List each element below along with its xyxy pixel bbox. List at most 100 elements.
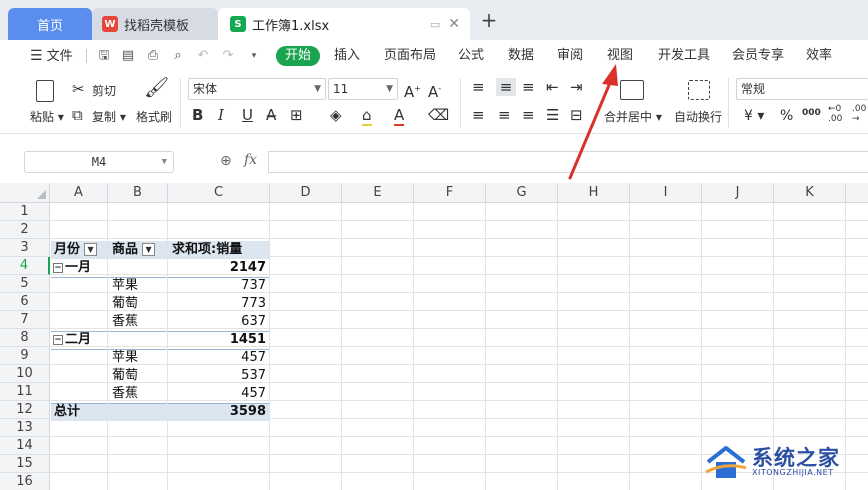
align-top-icon[interactable]: ≡: [472, 78, 485, 96]
column-header-g[interactable]: G: [486, 183, 558, 203]
pivot-item-name[interactable]: 香蕉: [112, 313, 138, 331]
close-tab-icon[interactable]: ✕: [448, 16, 460, 32]
pivot-item-value[interactable]: 457: [170, 385, 270, 403]
percent-button[interactable]: %: [780, 108, 793, 124]
borders-icon[interactable]: ⊞: [290, 106, 303, 124]
pivot-item-value[interactable]: 457: [170, 349, 270, 367]
currency-button[interactable]: ¥ ▾: [744, 108, 764, 124]
row-header-15[interactable]: 15: [0, 455, 50, 473]
menu-efficiency[interactable]: 效率: [806, 46, 832, 66]
pivot-group-total[interactable]: 1451: [170, 331, 270, 349]
row-header-11[interactable]: 11: [0, 383, 50, 401]
pivot-group-total[interactable]: 2147: [170, 259, 270, 277]
font-color-icon[interactable]: A: [394, 106, 405, 126]
italic-icon[interactable]: I: [218, 106, 224, 124]
zoom-icon[interactable]: ⊕: [220, 153, 232, 169]
pivot-header-product[interactable]: 商品 ▼: [112, 241, 156, 259]
align-bottom-icon[interactable]: ≡: [522, 78, 535, 96]
increase-decimal-icon[interactable]: ←0.00: [828, 104, 842, 124]
column-header-k[interactable]: K: [774, 183, 846, 203]
decrease-decimal-icon[interactable]: .00 →: [852, 104, 866, 124]
wrap-text-icon[interactable]: [688, 80, 710, 100]
decrease-font-icon[interactable]: A-: [428, 80, 441, 101]
row-header-5[interactable]: 5: [0, 275, 50, 293]
menu-data[interactable]: 数据: [508, 46, 534, 66]
pivot-item-value[interactable]: 537: [170, 367, 270, 385]
font-size-select[interactable]: 11 ▼: [328, 78, 398, 100]
pivot-item-name[interactable]: 苹果: [112, 349, 138, 367]
highlight-icon[interactable]: ⌂: [362, 106, 372, 126]
row-header-6[interactable]: 6: [0, 293, 50, 311]
export-pdf-icon[interactable]: ▤: [120, 48, 136, 64]
cut-button[interactable]: 剪切: [92, 82, 116, 99]
menu-formulas[interactable]: 公式: [458, 46, 484, 66]
row-header-16[interactable]: 16: [0, 473, 50, 490]
row-header-4[interactable]: 4: [0, 257, 50, 275]
paste-icon[interactable]: [36, 80, 54, 102]
pivot-item-value[interactable]: 737: [170, 277, 270, 295]
align-left-icon[interactable]: ≡: [472, 106, 485, 124]
justify-icon[interactable]: ☰: [546, 106, 559, 124]
row-header-14[interactable]: 14: [0, 437, 50, 455]
save-icon[interactable]: 🖫: [96, 48, 112, 64]
thousands-separator-button[interactable]: 000: [802, 108, 821, 118]
row-header-7[interactable]: 7: [0, 311, 50, 329]
wrap-text-button[interactable]: 自动换行: [674, 108, 722, 125]
decrease-indent-icon[interactable]: ⇤: [546, 78, 559, 96]
fx-icon[interactable]: fx: [244, 152, 257, 168]
redo-icon[interactable]: ↷: [220, 48, 236, 64]
menu-file[interactable]: ☰ 文件: [30, 46, 73, 66]
pivot-item-value[interactable]: 773: [170, 295, 270, 313]
row-header-12[interactable]: 12: [0, 401, 50, 419]
font-name-select[interactable]: 宋体 ▼: [188, 78, 326, 100]
paste-button[interactable]: 粘贴 ▾: [30, 108, 64, 125]
row-header-3[interactable]: 3: [0, 239, 50, 257]
collapse-icon[interactable]: −: [53, 262, 63, 273]
print-icon[interactable]: ⎙: [145, 48, 161, 64]
scissors-icon[interactable]: ✂: [72, 80, 85, 98]
filter-dropdown-icon[interactable]: ▼: [84, 243, 98, 256]
row-header-8[interactable]: 8: [0, 329, 50, 347]
increase-font-icon[interactable]: A+: [404, 80, 421, 101]
column-header-j[interactable]: J: [702, 183, 774, 203]
column-header-d[interactable]: D: [270, 183, 342, 203]
pivot-item-name[interactable]: 苹果: [112, 277, 138, 295]
pivot-group-month[interactable]: − 一月: [53, 259, 91, 277]
column-header-f[interactable]: F: [414, 183, 486, 203]
pivot-header-value[interactable]: 求和项:销量: [172, 241, 242, 259]
bold-icon[interactable]: B: [192, 106, 203, 124]
row-header-9[interactable]: 9: [0, 347, 50, 365]
column-header-c[interactable]: C: [168, 183, 270, 203]
tab-docer-template[interactable]: W 找稻壳模板: [92, 8, 218, 40]
row-header-10[interactable]: 10: [0, 365, 50, 383]
pivot-header-month[interactable]: 月份 ▼: [54, 241, 98, 259]
pivot-item-name[interactable]: 香蕉: [112, 385, 138, 403]
tab-home[interactable]: 首页: [8, 8, 92, 40]
row-header-13[interactable]: 13: [0, 419, 50, 437]
name-box[interactable]: M4 ▼: [24, 151, 174, 173]
align-middle-icon[interactable]: ≡: [496, 78, 516, 96]
menu-member[interactable]: 会员专享: [732, 46, 784, 66]
row-header-2[interactable]: 2: [0, 221, 50, 239]
print-preview-icon[interactable]: ⌕: [170, 48, 186, 64]
column-header-b[interactable]: B: [108, 183, 168, 203]
column-header-overflow[interactable]: [846, 183, 868, 203]
align-center-icon[interactable]: ≡: [498, 106, 511, 124]
menu-insert[interactable]: 插入: [334, 46, 360, 66]
column-header-h[interactable]: H: [558, 183, 630, 203]
row-header-1[interactable]: 1: [0, 203, 50, 221]
strikethrough-icon[interactable]: A̶: [266, 106, 276, 124]
pivot-grand-total-value[interactable]: 3598: [170, 403, 270, 421]
underline-icon[interactable]: U: [242, 106, 253, 124]
format-painter-icon[interactable]: 🖌: [144, 77, 169, 97]
column-header-a[interactable]: A: [50, 183, 108, 203]
copy-icon[interactable]: ⧉: [72, 106, 83, 124]
align-right-icon[interactable]: ≡: [522, 106, 535, 124]
pivot-item-value[interactable]: 637: [170, 313, 270, 331]
pivot-item-name[interactable]: 葡萄: [112, 295, 138, 313]
pivot-group-month[interactable]: − 二月: [53, 331, 91, 349]
number-format-select[interactable]: 常规: [736, 78, 868, 100]
copy-button[interactable]: 复制 ▾: [92, 108, 126, 125]
menu-page-layout[interactable]: 页面布局: [384, 46, 436, 66]
filter-dropdown-icon[interactable]: ▼: [142, 243, 156, 256]
